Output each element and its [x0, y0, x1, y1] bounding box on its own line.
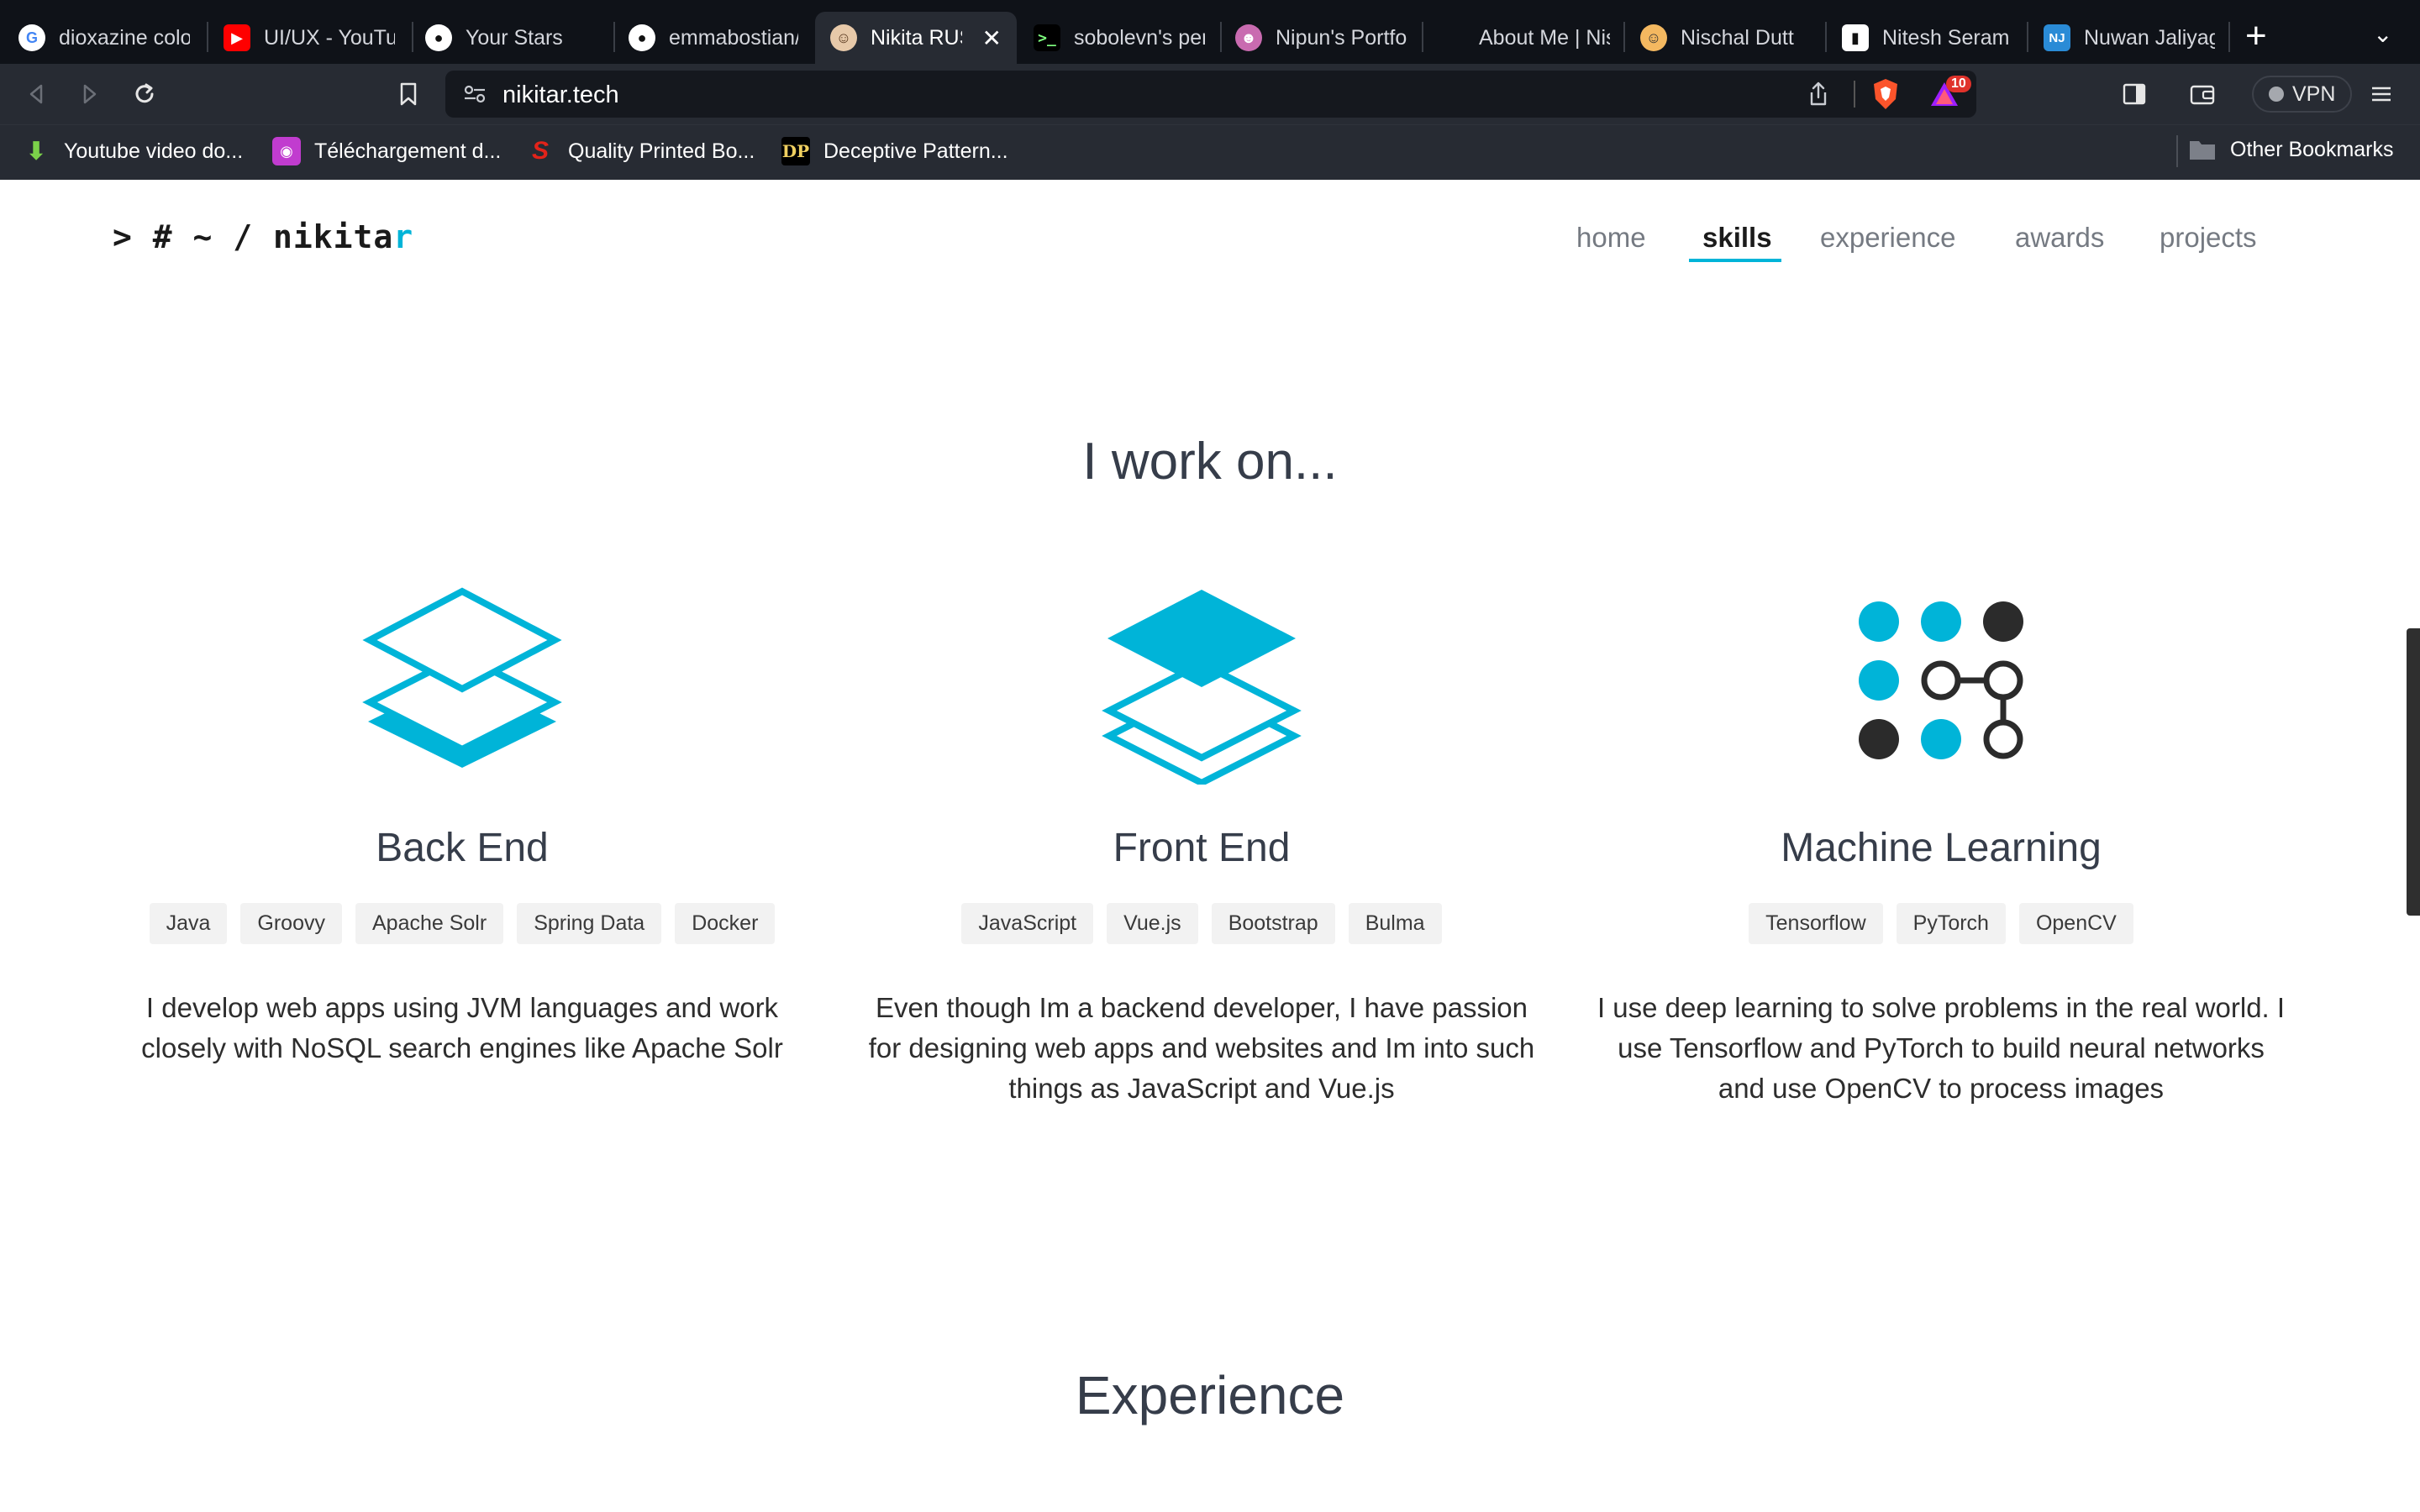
- wallet-button[interactable]: [2188, 81, 2217, 112]
- nav-awards[interactable]: awards: [2015, 222, 2104, 254]
- vpn-status-icon: [2269, 87, 2284, 102]
- forward-arrow-icon: [83, 84, 97, 104]
- wallet-icon: [2190, 85, 2215, 105]
- bookmark-deceptive-patterns[interactable]: DP Deceptive Pattern...: [781, 137, 1008, 165]
- tab-strip: G dioxazine color ▶ UI/UX - YouTub ● You…: [0, 0, 2420, 64]
- tab-about-me[interactable]: About Me | Nis: [1423, 12, 1625, 64]
- back-button[interactable]: [18, 76, 55, 113]
- avatar-icon: ☺: [830, 24, 857, 51]
- share-icon: [1810, 81, 1827, 106]
- skill-column-backend: Back End Java Groovy Apache Solr Spring …: [101, 583, 823, 1068]
- nav-home[interactable]: home: [1576, 222, 1646, 254]
- tag: Docker: [675, 903, 776, 944]
- github-icon: ●: [629, 24, 655, 51]
- tag: Java: [149, 903, 228, 944]
- neural-grid-icon: [1859, 601, 2023, 759]
- tag: Apache Solr: [355, 903, 504, 944]
- nav-experience[interactable]: experience: [1820, 222, 1955, 254]
- back-arrow-icon: [29, 84, 43, 104]
- tab-dioxazine[interactable]: G dioxazine color: [3, 12, 205, 64]
- tab-nikita-active[interactable]: ☺ Nikita RUS ✕: [815, 12, 1017, 64]
- page-content: > # ~ / nikitar home skills experience a…: [0, 180, 2420, 1512]
- skill-description: I use deep learning to solve problems in…: [1597, 992, 2286, 1104]
- url-text: nikitar.tech: [502, 81, 619, 108]
- tag: Spring Data: [517, 903, 662, 944]
- skill-title: Front End: [1113, 826, 1291, 870]
- tag: Bulma: [1348, 903, 1442, 944]
- sidebar-icon: [2123, 83, 2146, 105]
- avatar-icon: ☻: [1235, 24, 1262, 51]
- address-bar[interactable]: nikitar.tech 10: [445, 71, 1976, 118]
- reload-icon: [135, 83, 154, 103]
- tab-nischal[interactable]: ☺ Nischal Dutt: [1625, 12, 1827, 64]
- tab-sobolevn[interactable]: >_ sobolevn's per: [1018, 12, 1220, 64]
- youtube-icon: ▶: [224, 24, 250, 51]
- forward-button[interactable]: [71, 76, 108, 113]
- brave-rewards-button[interactable]: 10: [1928, 76, 1971, 115]
- active-nav-underline: [1689, 259, 1781, 262]
- skill-column-frontend: Front End JavaScript Vue.js Bootstrap Bu…: [840, 583, 1563, 1109]
- bookmark-telechargement[interactable]: ◉ Téléchargement d...: [272, 137, 501, 165]
- tag-list: JavaScript Vue.js Bootstrap Bulma: [840, 903, 1563, 944]
- avatar-icon: ☺: [1640, 24, 1667, 51]
- tab-nuwan[interactable]: NJ Nuwan Jaliyag: [2028, 12, 2230, 64]
- new-tab-button[interactable]: +: [2245, 15, 2267, 57]
- skill-title: Machine Learning: [1781, 826, 2102, 870]
- scrollbar-thumb[interactable]: [2407, 628, 2420, 916]
- rewards-badge: 10: [1946, 76, 1971, 92]
- tag: Groovy: [240, 903, 342, 944]
- nav-skills[interactable]: skills: [1702, 222, 1772, 254]
- tag: OpenCV: [2018, 903, 2133, 944]
- tag: Tensorflow: [1749, 903, 1883, 944]
- dp-icon: DP: [781, 137, 810, 165]
- bookmark-quality-printed[interactable]: S Quality Printed Bo...: [526, 137, 755, 165]
- hamburger-menu-icon: [2372, 87, 2391, 102]
- google-icon: G: [18, 24, 45, 51]
- vpn-button[interactable]: VPN: [2252, 76, 2353, 113]
- s-icon: S: [531, 137, 549, 165]
- tab-nitesh[interactable]: ▮ Nitesh Seram: [1827, 12, 2028, 64]
- download-icon: ⬇: [25, 137, 47, 165]
- tag: JavaScript: [961, 903, 1094, 944]
- terminal-icon: >_: [1034, 24, 1060, 51]
- tag: Bootstrap: [1211, 903, 1335, 944]
- bookmarks-bar: ⬇ Youtube video do... ◉ Téléchargement d…: [0, 124, 2420, 180]
- brave-shields-icon: [1874, 79, 1897, 109]
- tag-list: Java Groovy Apache Solr Spring Data Dock…: [101, 903, 823, 944]
- book-icon: ▮: [1842, 24, 1869, 51]
- nj-icon: NJ: [2044, 24, 2070, 51]
- skill-description: Even though Im a backend developer, I ha…: [868, 992, 1535, 1104]
- bookmark-youtube-download[interactable]: ⬇ Youtube video do...: [22, 137, 243, 165]
- app-icon: ◉: [272, 137, 301, 165]
- sidebar-toggle-button[interactable]: [2121, 81, 2148, 112]
- github-icon: ●: [425, 24, 452, 51]
- skills-heading: I work on...: [1082, 433, 1338, 491]
- tag-list: Tensorflow PyTorch OpenCV: [1580, 903, 2302, 944]
- site-settings-icon: [464, 85, 486, 103]
- reload-button[interactable]: [126, 76, 163, 113]
- menu-button[interactable]: [2368, 81, 2395, 112]
- nav-projects[interactable]: projects: [2160, 222, 2257, 254]
- experience-heading: Experience: [1075, 1365, 1345, 1425]
- close-tab-icon[interactable]: ✕: [982, 24, 1002, 52]
- tab-nipun[interactable]: ☻ Nipun's Portfol: [1220, 12, 1422, 64]
- tab-your-stars[interactable]: ● Your Stars: [410, 12, 612, 64]
- skill-column-ml: Machine Learning Tensorflow PyTorch Open…: [1580, 583, 2302, 1109]
- skill-description: I develop web apps using JVM languages a…: [141, 992, 783, 1063]
- tab-youtube[interactable]: ▶ UI/UX - YouTub: [208, 12, 410, 64]
- bookmark-icon: [400, 82, 417, 106]
- layers-bottom-icon: [362, 587, 562, 768]
- site-logo[interactable]: > # ~ / nikitar: [113, 218, 413, 255]
- blank-icon: [1439, 24, 1465, 51]
- other-bookmarks[interactable]: Other Bookmarks: [2188, 137, 2394, 162]
- bookmark-page-button[interactable]: [390, 76, 427, 113]
- tab-emmabostian[interactable]: ● emmabostian/d: [613, 12, 813, 64]
- layers-top-icon: [1102, 590, 1302, 785]
- skill-title: Back End: [376, 826, 549, 870]
- tag: PyTorch: [1896, 903, 2006, 944]
- folder-icon: [2190, 141, 2215, 160]
- tab-list-chevron-icon[interactable]: ⌄: [2373, 20, 2392, 48]
- tag: Vue.js: [1107, 903, 1198, 944]
